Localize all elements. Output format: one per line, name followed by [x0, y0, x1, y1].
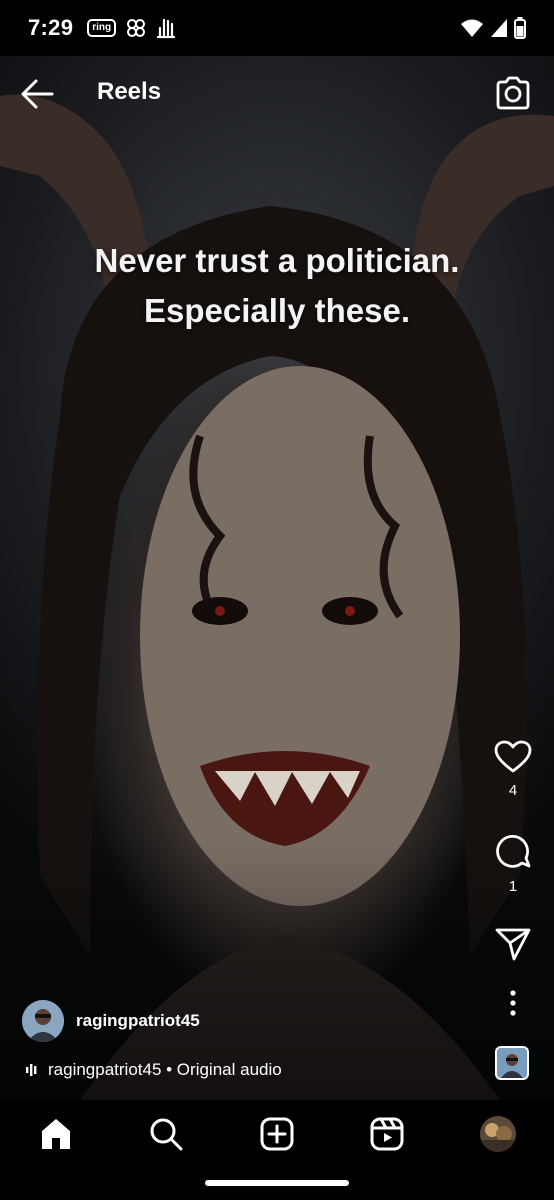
- heart-icon: [494, 740, 532, 773]
- more-button[interactable]: [490, 990, 536, 1016]
- hand-icon: [157, 18, 176, 39]
- page-title: Reels: [97, 78, 162, 105]
- reels-header: Reels: [0, 56, 554, 132]
- arrow-left-icon[interactable]: [18, 76, 58, 112]
- reel-author[interactable]: ragingpatriot45: [22, 1000, 200, 1042]
- caption-line-2: Especially these.: [144, 292, 410, 329]
- notification-icons: ring: [87, 17, 176, 39]
- home-indicator[interactable]: [205, 1180, 349, 1186]
- home-icon[interactable]: [38, 1116, 74, 1152]
- like-button[interactable]: 4: [490, 740, 536, 799]
- audio-avatar-image: [497, 1048, 527, 1078]
- system-icons: [460, 17, 526, 39]
- pinwheel-icon: [127, 19, 146, 37]
- like-count: 4: [508, 782, 518, 799]
- reel-caption: Never trust a politician. Especially the…: [0, 236, 554, 336]
- avatar[interactable]: [22, 1000, 64, 1042]
- reels-icon[interactable]: [369, 1116, 405, 1152]
- audio-bars-icon: [26, 1064, 37, 1076]
- search-icon[interactable]: [148, 1116, 184, 1152]
- camera-icon[interactable]: [494, 74, 532, 112]
- author-avatar-image: [22, 1000, 64, 1042]
- status-bar: 7:29 ring: [0, 0, 554, 56]
- author-username[interactable]: ragingpatriot45: [76, 1011, 200, 1031]
- more-icon: [510, 990, 516, 1016]
- reel-video[interactable]: [0, 56, 554, 1100]
- status-time: 7:29: [28, 15, 74, 40]
- share-icon: [495, 928, 531, 961]
- profile-avatar[interactable]: [480, 1116, 516, 1152]
- signal-icon: [491, 19, 507, 37]
- comment-count: 1: [508, 878, 518, 895]
- ring-app-icon: ring: [87, 19, 117, 37]
- profile-avatar-image: [480, 1116, 516, 1152]
- comment-button[interactable]: 1: [490, 832, 536, 895]
- wifi-icon: [461, 19, 483, 37]
- share-button[interactable]: [490, 926, 536, 962]
- create-icon[interactable]: [259, 1116, 295, 1152]
- comment-icon: [496, 834, 531, 868]
- audio-text: ragingpatriot45 • Original audio: [48, 1060, 282, 1079]
- audio-thumbnail[interactable]: [495, 1046, 529, 1080]
- battery-icon: [514, 17, 526, 39]
- audio-info[interactable]: ragingpatriot45 • Original audio: [26, 1060, 282, 1080]
- caption-line-1: Never trust a politician.: [94, 242, 460, 279]
